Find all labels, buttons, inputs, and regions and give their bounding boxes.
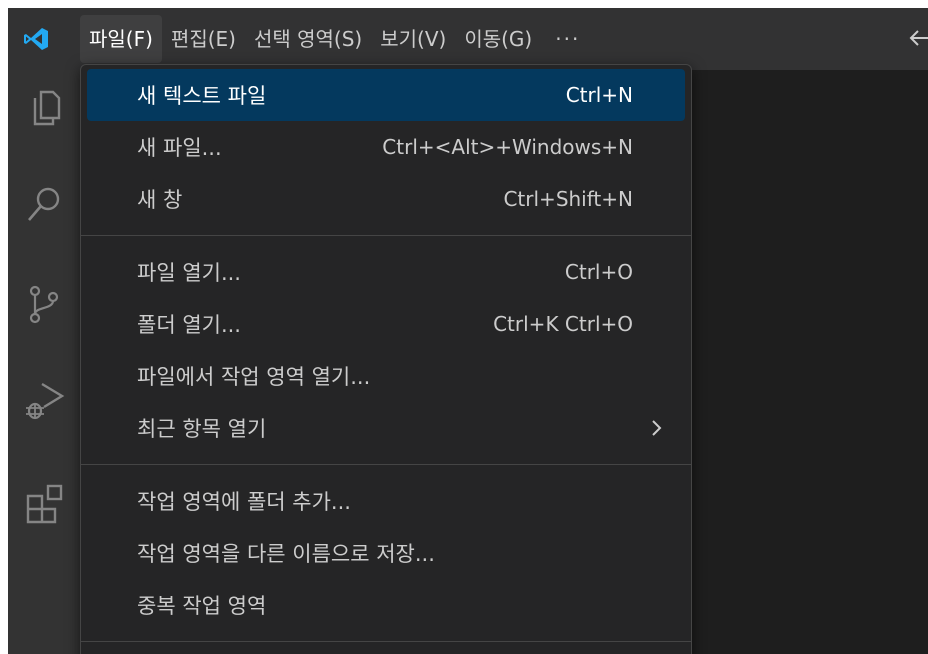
menu-item-label: 작업 영역을 다른 이름으로 저장... — [137, 542, 435, 566]
extensions-icon[interactable] — [20, 478, 68, 526]
menu-item-label: 최근 항목 열기 — [137, 417, 267, 441]
menu-item-new-window[interactable]: 새 창 Ctrl+Shift+N — [87, 173, 685, 225]
chevron-right-icon — [652, 420, 662, 436]
menu-separator — [81, 464, 691, 465]
menu-item-save-workspace-as[interactable]: 작업 영역을 다른 이름으로 저장... — [87, 527, 685, 579]
menu-bar: 파일(F) 편집(E) 선택 영역(S) 보기(V) 이동(G) ··· — [80, 8, 594, 70]
file-menu-dropdown: 새 텍스트 파일 Ctrl+N 새 파일... Ctrl+<Alt>+Windo… — [80, 64, 692, 654]
menu-item-new-text-file[interactable]: 새 텍스트 파일 Ctrl+N — [87, 69, 685, 121]
menu-item-open-folder[interactable]: 폴더 열기... Ctrl+K Ctrl+O — [87, 298, 685, 350]
menu-separator — [81, 641, 691, 642]
menu-item-label: 파일 열기... — [137, 261, 241, 285]
menu-item-label: 작업 영역에 폴더 추가... — [137, 490, 351, 514]
menu-item-shortcut: Ctrl+N — [565, 83, 633, 107]
menu-go[interactable]: 이동(G) — [455, 15, 541, 63]
vscode-window: 파일(F) 편집(E) 선택 영역(S) 보기(V) 이동(G) ··· 새 텍… — [8, 8, 928, 654]
menu-item-label: 폴더 열기... — [137, 313, 241, 337]
menu-item-new-file[interactable]: 새 파일... Ctrl+<Alt>+Windows+N — [87, 121, 685, 173]
menu-item-label: 새 창 — [137, 188, 183, 212]
explorer-icon[interactable] — [20, 84, 68, 132]
menu-item-shortcut: Ctrl+<Alt>+Windows+N — [382, 135, 633, 159]
menu-more-button[interactable]: ··· — [541, 27, 594, 51]
run-debug-icon[interactable] — [20, 376, 68, 424]
menu-item-open-workspace-from-file[interactable]: 파일에서 작업 영역 열기... — [87, 350, 685, 402]
menu-item-label: 파일에서 작업 영역 열기... — [137, 365, 371, 389]
search-icon[interactable] — [20, 180, 68, 228]
menu-item-duplicate-workspace[interactable]: 중복 작업 영역 — [87, 579, 685, 631]
title-bar: 파일(F) 편집(E) 선택 영역(S) 보기(V) 이동(G) ··· — [8, 8, 928, 70]
menu-item-open-recent[interactable]: 최근 항목 열기 — [87, 402, 685, 454]
menu-item-shortcut: Ctrl+O — [564, 260, 633, 284]
menu-item-label: 중복 작업 영역 — [137, 594, 267, 618]
menu-view[interactable]: 보기(V) — [371, 15, 455, 63]
vscode-logo-icon[interactable] — [23, 27, 49, 51]
menu-item-label: 새 파일... — [137, 136, 222, 160]
menu-edit[interactable]: 편집(E) — [162, 15, 245, 63]
menu-item-open-file[interactable]: 파일 열기... Ctrl+O — [87, 246, 685, 298]
arrow-left-icon[interactable] — [906, 26, 928, 50]
menu-item-label: 새 텍스트 파일 — [137, 84, 267, 108]
menu-file[interactable]: 파일(F) — [80, 15, 162, 63]
menu-selection[interactable]: 선택 영역(S) — [245, 15, 371, 63]
source-control-icon[interactable] — [20, 280, 68, 328]
menu-item-shortcut: Ctrl+K Ctrl+O — [493, 312, 633, 336]
menu-item-add-folder-to-workspace[interactable]: 작업 영역에 폴더 추가... — [87, 475, 685, 527]
menu-item-shortcut: Ctrl+Shift+N — [503, 187, 633, 211]
menu-separator — [81, 235, 691, 236]
activity-bar — [8, 70, 80, 654]
